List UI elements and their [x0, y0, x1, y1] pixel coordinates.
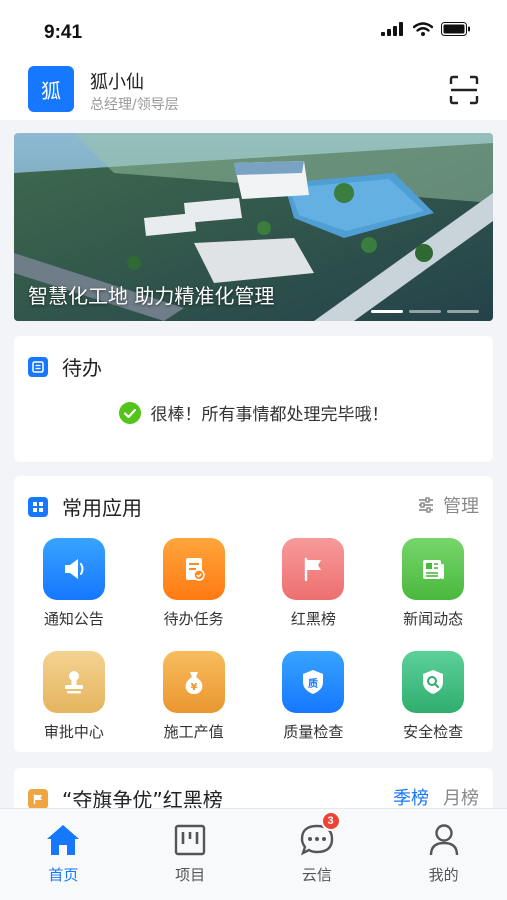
- user-name: 狐小仙: [90, 72, 144, 93]
- app-label: 新闻动态: [403, 610, 464, 628]
- tab-label: 首页: [48, 866, 79, 884]
- app-todo-task[interactable]: 待办任务: [134, 538, 254, 629]
- app-output-value[interactable]: ¥ 施工产值: [134, 651, 254, 742]
- banner-dot: [371, 310, 403, 313]
- tab-label: 云信: [301, 866, 332, 884]
- cellular-signal-icon: [381, 22, 403, 36]
- newspaper-icon: [402, 538, 465, 600]
- app-approval[interactable]: 审批中心: [14, 651, 134, 742]
- tab-season[interactable]: 季榜: [393, 784, 429, 810]
- safety-shield-icon: [402, 651, 465, 713]
- project-board-icon: [170, 821, 210, 859]
- stamp-icon: [42, 651, 105, 713]
- bottom-tab-bar: 首页 项目 3 云信 我的: [0, 808, 507, 900]
- app-label: 审批中心: [43, 723, 104, 741]
- app-news[interactable]: 新闻动态: [373, 538, 493, 629]
- apps-card: 常用应用 管理 通知公告 待办任务 红黑榜 新闻动态 审批中心 ¥ 施工产值 质…: [14, 476, 493, 752]
- unread-badge: 3: [320, 811, 341, 831]
- battery-icon: [441, 22, 470, 36]
- banner-pagination: [371, 310, 479, 313]
- apps-grid: 通知公告 待办任务 红黑榜 新闻动态 审批中心 ¥ 施工产值 质 质量检查 安全…: [14, 538, 493, 742]
- todo-message: 很棒！所有事情都处理完毕哦！: [150, 405, 389, 425]
- check-circle-icon: [118, 401, 141, 424]
- scan-icon[interactable]: [449, 75, 479, 105]
- user-header: 狐 狐小仙 总经理/领导层: [0, 62, 507, 120]
- svg-text:¥: ¥: [190, 682, 197, 693]
- tab-label: 我的: [428, 866, 459, 884]
- todo-title: 待办: [62, 356, 102, 380]
- manage-label: 管理: [443, 496, 479, 517]
- status-time: 9:41: [44, 22, 83, 43]
- tab-project[interactable]: 项目: [127, 809, 254, 900]
- todo-card: 待办 很棒！所有事情都处理完毕哦！: [14, 336, 493, 462]
- tab-chat[interactable]: 3 云信: [254, 809, 381, 900]
- status-bar: 9:41: [0, 0, 507, 62]
- status-icons: [381, 22, 471, 36]
- app-notice[interactable]: 通知公告: [14, 538, 134, 629]
- tab-home[interactable]: 首页: [0, 809, 127, 900]
- banner-dot: [447, 310, 479, 313]
- money-bag-icon: ¥: [162, 651, 225, 713]
- svg-text:质: 质: [308, 677, 318, 690]
- home-icon: [43, 821, 83, 859]
- banner-caption: 智慧化工地 助力精准化管理: [28, 284, 275, 308]
- app-label: 安全检查: [403, 723, 464, 741]
- todo-list-icon: [28, 356, 48, 377]
- user-icon: [424, 821, 464, 859]
- task-doc-icon: [162, 538, 225, 600]
- app-label: 质量检查: [283, 723, 344, 741]
- app-red-black-list[interactable]: 红黑榜: [254, 538, 374, 629]
- ranking-tabs: 季榜 月榜: [393, 784, 479, 810]
- apps-grid-icon: [28, 496, 48, 517]
- app-quality-check[interactable]: 质 质量检查: [254, 651, 374, 742]
- tab-month[interactable]: 月榜: [443, 784, 479, 810]
- todo-empty-state: 很棒！所有事情都处理完毕哦！: [14, 400, 493, 425]
- app-label: 待办任务: [163, 610, 224, 628]
- user-role: 总经理/领导层: [90, 97, 179, 113]
- app-safety-check[interactable]: 安全检查: [373, 651, 493, 742]
- app-label: 通知公告: [43, 610, 104, 628]
- app-label: 施工产值: [163, 723, 224, 741]
- sliders-icon: [419, 497, 433, 513]
- banner-carousel[interactable]: 智慧化工地 助力精准化管理: [14, 133, 493, 321]
- app-label: 红黑榜: [290, 610, 336, 628]
- megaphone-icon: [42, 538, 105, 600]
- apps-title: 常用应用: [62, 496, 142, 520]
- avatar[interactable]: 狐: [28, 66, 74, 112]
- quality-shield-icon: 质: [282, 651, 345, 713]
- flag-icon: [28, 788, 48, 809]
- tab-mine[interactable]: 我的: [380, 809, 507, 900]
- banner-dot: [409, 310, 441, 313]
- manage-button[interactable]: 管理: [417, 492, 479, 518]
- tab-label: 项目: [175, 866, 206, 884]
- wifi-icon: [413, 22, 433, 36]
- flag-icon: [282, 538, 345, 600]
